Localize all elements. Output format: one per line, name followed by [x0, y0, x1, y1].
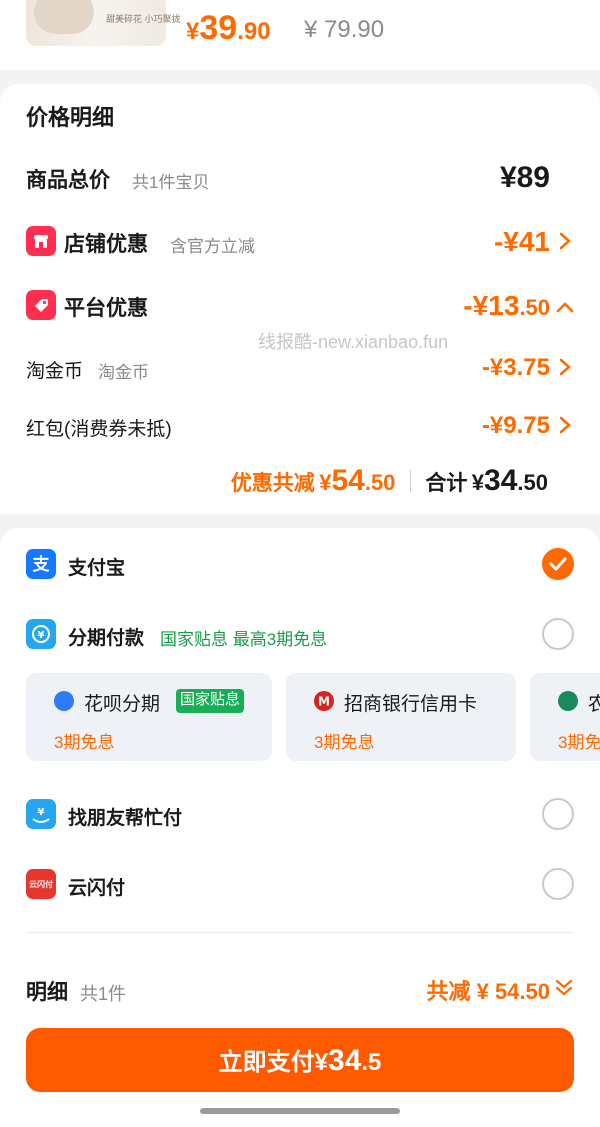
total-int: 34 — [484, 464, 518, 497]
pay-now-button[interactable]: 立即支付¥34.5 — [26, 1028, 574, 1092]
unionpay-radio[interactable] — [542, 868, 574, 900]
unionpay-icon: 云闪付 — [26, 869, 56, 899]
discount-int: 54 — [331, 464, 365, 497]
platform-discount-int: -¥13 — [463, 290, 520, 321]
payment-installment[interactable]: ¥ 分期付款 国家贴息 最高3期免息 — [26, 614, 576, 654]
product-image — [34, 0, 94, 34]
pay-button-int: 34 — [327, 1044, 362, 1077]
abc-free: 3期免 — [558, 733, 600, 752]
cmb-name: 招商银行信用卡 — [344, 694, 478, 715]
watermark: 线报酷-new.xianbao.fun — [258, 332, 449, 352]
installment-icon: ¥ — [26, 619, 56, 649]
svg-text:M: M — [318, 695, 330, 709]
order-detail-row[interactable]: 明细 共1件 共减 ¥ 54.50 — [26, 972, 576, 1012]
goods-total-amount: ¥89 — [499, 161, 550, 194]
chevron-right-icon — [559, 358, 571, 376]
platform-discount-row[interactable]: 平台优惠 -¥13.50 — [26, 286, 576, 326]
detail-count: 共1件 — [80, 984, 127, 1004]
installment-option-cmb[interactable]: M 招商银行信用卡 3期免息 — [286, 673, 516, 761]
payment-unionpay[interactable]: 云闪付 云闪付 — [26, 864, 576, 904]
tag-icon — [26, 290, 56, 320]
product-price-dec: .90 — [237, 18, 271, 45]
shop-discount-amount: -¥41 — [493, 226, 550, 257]
huabei-badge: 国家贴息 — [176, 689, 245, 713]
taojinbi-row[interactable]: 淘金币 淘金币 -¥3.75 — [26, 348, 576, 388]
abc-icon — [558, 691, 578, 711]
svg-text:云闪付: 云闪付 — [29, 879, 53, 889]
product-thumbnail[interactable]: 甜美碎花 小巧聚拢 — [26, 0, 181, 46]
shop-discount-label: 店铺优惠 — [64, 233, 148, 256]
discount-total-amount: ¥54.50 — [319, 464, 395, 497]
huabei-icon — [54, 691, 74, 711]
shop-discount-sub: 含官方立减 — [170, 237, 255, 256]
pay-button-prefix: 立即支付¥ — [218, 1049, 328, 1076]
friend-pay-icon: ¥ — [26, 799, 56, 829]
hongbao-row[interactable]: 红包(消费券未抵) -¥9.75 — [26, 406, 576, 446]
installment-tag: 国家贴息 最高3期免息 — [160, 630, 328, 649]
discount-total-label: 优惠共减 — [230, 472, 315, 495]
total-dec: .50 — [517, 470, 548, 495]
price-summary: 优惠共减 ¥54.50 合计 ¥34.50 — [231, 464, 548, 504]
double-chevron-down-icon — [555, 979, 573, 996]
taojinbi-amount: -¥3.75 — [481, 354, 550, 381]
friend-pay-label: 找朋友帮忙付 — [68, 808, 183, 829]
order-total-label: 合计 — [425, 472, 468, 495]
price-detail-title: 价格明细 — [26, 105, 115, 130]
friend-pay-radio[interactable] — [542, 798, 574, 830]
svg-text:¥: ¥ — [38, 630, 45, 641]
chevron-right-icon — [559, 232, 571, 250]
discount-dec: .50 — [364, 470, 396, 495]
pay-button-dec: .5 — [361, 1049, 382, 1076]
alipay-icon: 支 — [26, 549, 56, 579]
thumbnail-text: 甜美碎花 小巧聚拢 — [106, 14, 181, 24]
chevron-up-icon — [556, 302, 574, 313]
svg-text:¥: ¥ — [38, 807, 45, 818]
platform-discount-label: 平台优惠 — [64, 297, 148, 320]
installment-option-abc[interactable]: 农 3期免 — [530, 673, 600, 761]
product-strip: 甜美碎花 小巧聚拢 ¥39.90 ¥ 79.90 — [0, 0, 600, 70]
platform-discount-dec: .50 — [519, 295, 550, 320]
product-price: ¥39.90 — [186, 8, 271, 52]
alipay-radio-checked[interactable] — [542, 548, 574, 580]
discount-yen: ¥ — [319, 470, 332, 495]
goods-total-row: 商品总价 共1件宝贝 ¥89 — [26, 158, 576, 198]
payment-friend[interactable]: ¥ 找朋友帮忙付 — [26, 794, 576, 834]
huabei-name: 花呗分期 — [84, 694, 161, 715]
product-price-int: 39 — [199, 9, 238, 47]
svg-text:支: 支 — [33, 554, 51, 575]
alipay-label: 支付宝 — [68, 558, 126, 579]
cmb-free: 3期免息 — [314, 733, 375, 752]
installment-radio[interactable] — [542, 618, 574, 650]
order-total-amount: ¥34.50 — [472, 464, 548, 497]
shop-discount-row[interactable]: 店铺优惠 含官方立减 -¥41 — [26, 222, 576, 262]
taojinbi-label: 淘金币 — [26, 361, 84, 382]
installment-option-huabei[interactable]: 花呗分期 国家贴息 3期免息 — [26, 673, 272, 761]
goods-total-sub: 共1件宝贝 — [132, 173, 210, 192]
total-yen: ¥ — [471, 470, 485, 495]
installment-label: 分期付款 — [68, 628, 145, 649]
original-price: ¥ 79.90 — [304, 16, 385, 43]
unionpay-label: 云闪付 — [68, 878, 126, 899]
price-detail-card: 价格明细 商品总价 共1件宝贝 ¥89 店铺优惠 含官方立减 -¥41 平台优惠… — [0, 84, 600, 514]
shop-icon — [26, 226, 56, 256]
goods-total-label: 商品总价 — [26, 169, 110, 192]
payment-card: 支 支付宝 ¥ 分期付款 国家贴息 最高3期免息 花呗分期 国家贴息 3期免息 … — [0, 528, 600, 1127]
payment-alipay[interactable]: 支 支付宝 — [26, 544, 576, 584]
hongbao-label: 红包(消费券未抵) — [26, 419, 172, 440]
chevron-right-icon — [559, 416, 571, 434]
abc-name: 农 — [588, 694, 600, 715]
hongbao-amount: -¥9.75 — [481, 412, 550, 439]
home-indicator[interactable] — [200, 1108, 400, 1114]
taojinbi-sub: 淘金币 — [98, 363, 149, 382]
detail-label: 明细 — [26, 981, 68, 1004]
divider — [26, 932, 574, 933]
huabei-free: 3期免息 — [54, 733, 115, 752]
cmb-icon: M — [314, 691, 334, 711]
detail-saved: 共减 ¥ 54.50 — [426, 979, 550, 1004]
product-price-yen: ¥ — [186, 18, 200, 45]
summary-divider — [409, 470, 411, 492]
platform-discount-amount: -¥13.50 — [463, 288, 550, 326]
